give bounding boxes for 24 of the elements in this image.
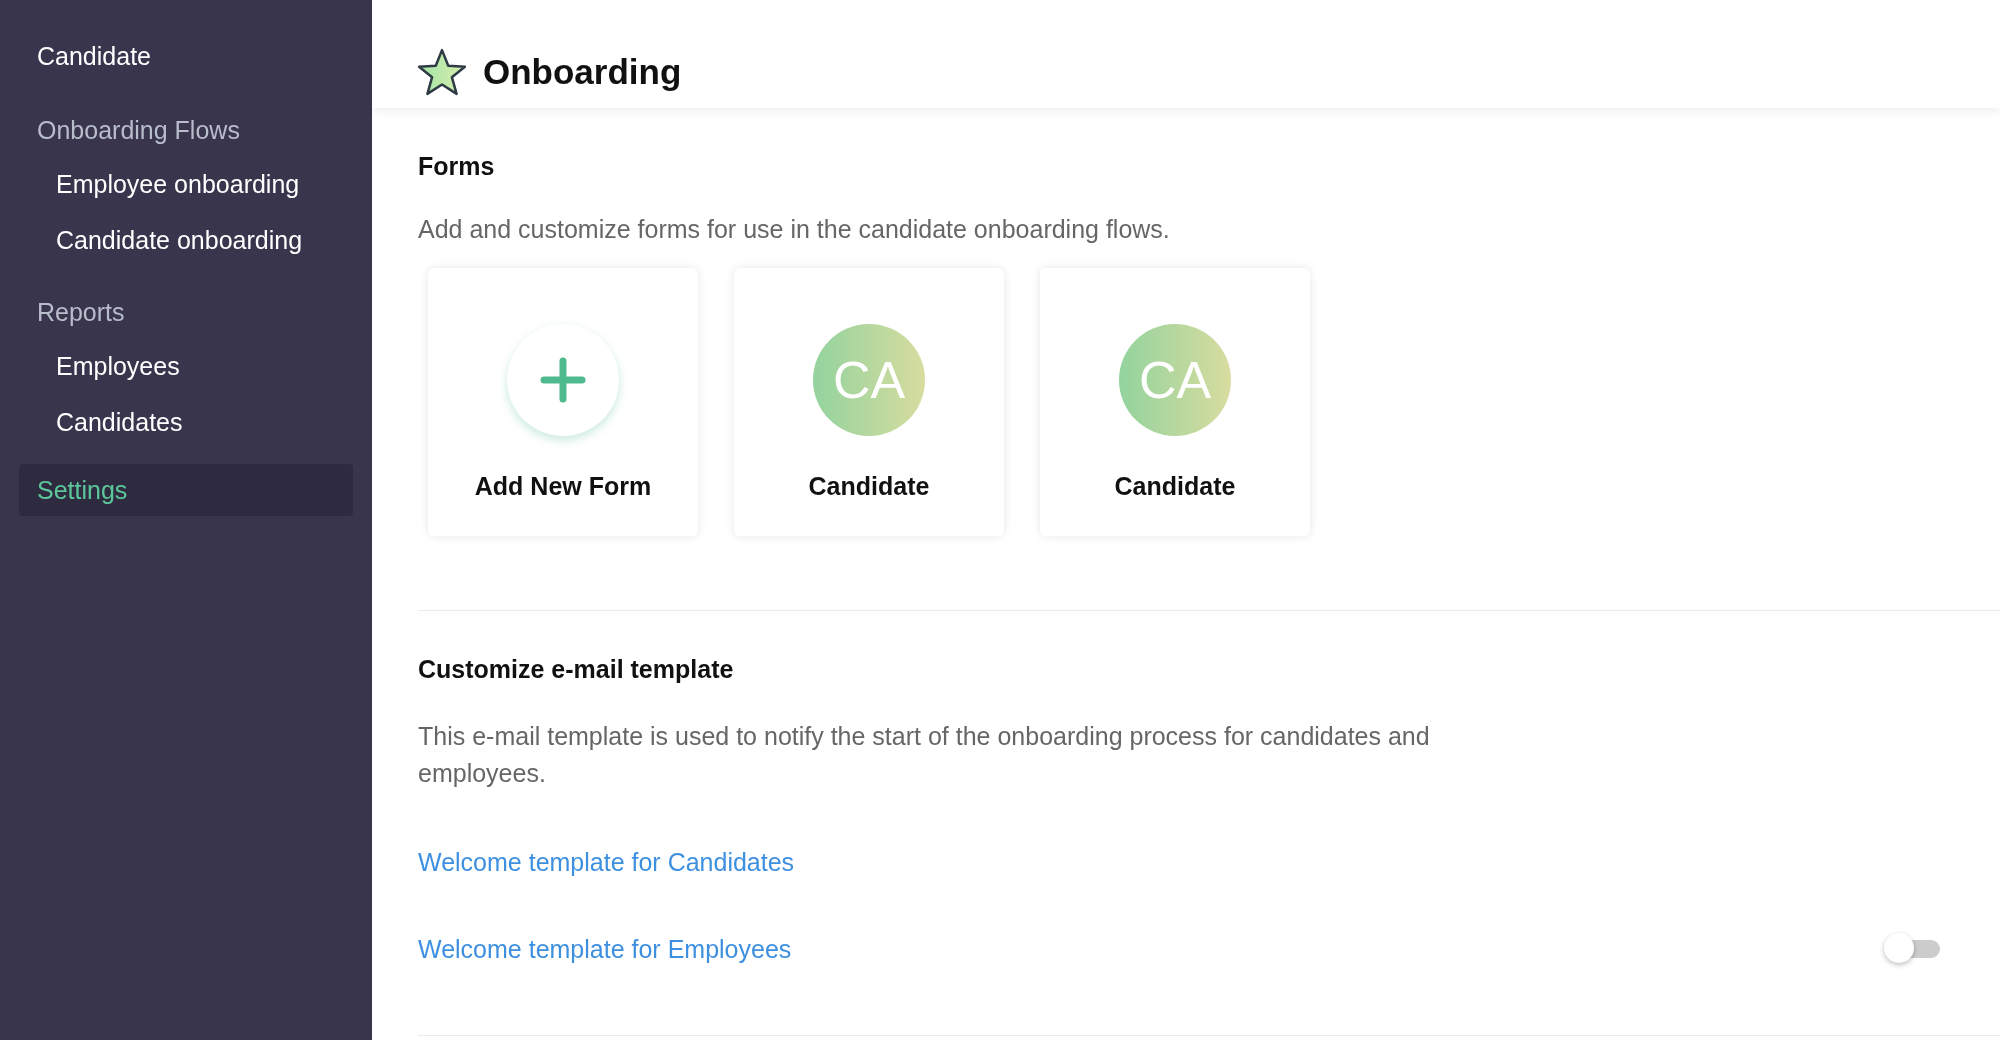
section-heading: Customize e-mail template [418,655,735,684]
toggle-switch[interactable] [1884,933,1940,965]
section-description: This e-mail template is used to notify the start of the onboarding process for candidates and employees. [418,721,1431,789]
sidebar-item[interactable]: Candidates [19,394,353,450]
initials-avatar: CA [813,324,925,436]
sidebar-heading: Onboarding Flows [36,115,241,146]
initials-avatar: CA [1119,324,1231,436]
page-title: Onboarding [483,52,682,92]
add-circle-icon [507,324,619,436]
sidebar-item[interactable]: Employee onboarding [19,156,353,212]
sidebar-item[interactable]: Candidate onboarding [19,212,353,268]
sidebar-heading: Reports [36,297,126,328]
card-label: Add New Form [474,472,652,501]
section-heading: Forms [418,152,496,181]
star-icon [417,48,467,96]
add-form-card[interactable]: Add New Form [428,268,698,536]
card-label: Candidate [1114,472,1236,501]
card-label: Candidate [808,472,930,501]
form-card[interactable]: CA Candidate [734,268,1004,536]
sidebar-item[interactable]: Settings [19,464,353,516]
sidebar-item[interactable]: Candidate [19,30,353,82]
section-description: Add and customize forms for use in the candidate onboarding flows. [418,214,1171,245]
sidebar-item[interactable]: Employees [19,338,353,394]
form-card[interactable]: CA Candidate [1040,268,1310,536]
